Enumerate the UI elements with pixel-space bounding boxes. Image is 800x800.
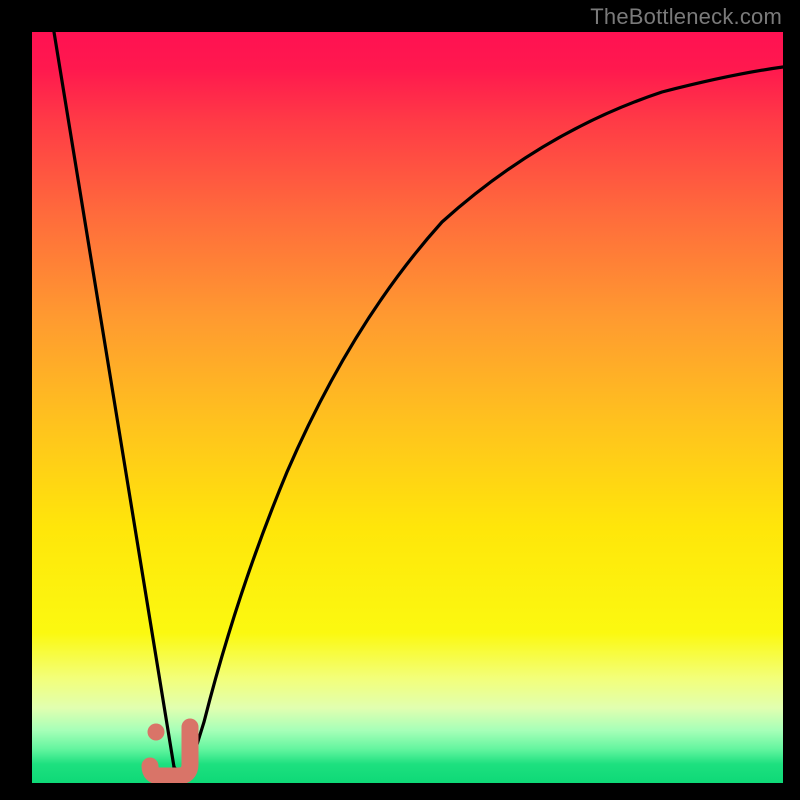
- attribution-text: TheBottleneck.com: [590, 4, 782, 30]
- curve-right-branch: [190, 67, 783, 767]
- curve-left-branch: [54, 32, 174, 767]
- plot-area: [32, 32, 783, 783]
- curve-layer: [32, 32, 783, 783]
- chart-frame: TheBottleneck.com: [0, 0, 800, 800]
- marker-dot: [148, 724, 165, 741]
